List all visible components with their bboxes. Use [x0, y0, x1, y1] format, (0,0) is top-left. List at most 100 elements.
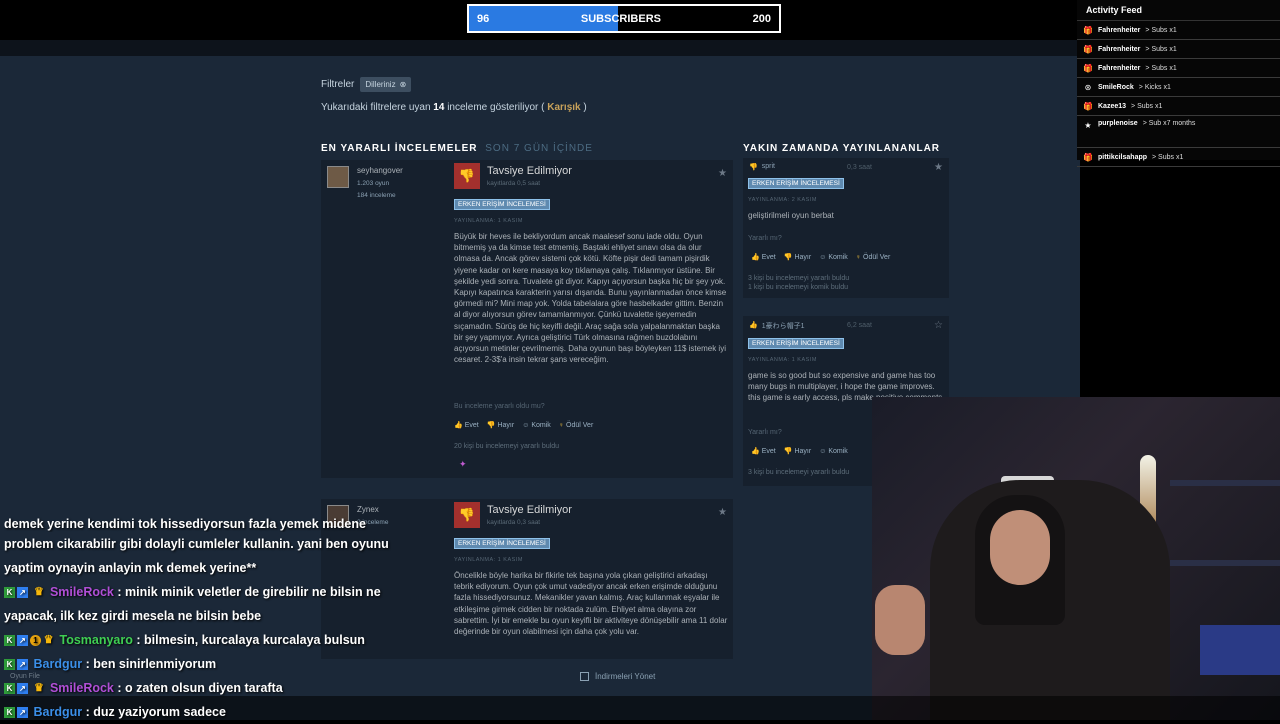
feed-user: Fahrenheiter [1098, 64, 1141, 72]
manage-downloads[interactable]: İndirmeleri Yönet [580, 672, 655, 681]
author-name[interactable]: 1豪わら帽子1 [762, 321, 805, 331]
activity-feed-title: Activity Feed [1077, 0, 1280, 21]
chat-username[interactable]: Bardgur [33, 657, 82, 671]
star-icon[interactable]: ★ [718, 507, 727, 518]
star-icon[interactable]: ★ [718, 168, 727, 179]
posted-date: YAYINLANMA: 2 KASIM [748, 197, 817, 203]
filters-bar: Filtreler Dilleriniz ⊗ [321, 77, 412, 92]
chat-username[interactable]: SmileRock [50, 585, 114, 599]
recent-review-card: 👎 sprit 0,3 saat ★ ERKEN ERİŞİM İNCELEME… [743, 158, 949, 298]
helpful-count: 20 kişi bu incelemeyi yararlı buldu [454, 443, 560, 450]
no-button[interactable]: 👎 Hayır [784, 447, 811, 456]
gift-icon: 🎁 [1083, 25, 1093, 35]
subscriber-current: 96 [477, 12, 490, 25]
funny-button[interactable]: ☺ Komik [819, 253, 848, 261]
chat-text: : duz yaziyorum sadece [85, 705, 226, 719]
thumbs-up-icon: 👍 [454, 422, 463, 429]
kick-icon: ⊛ [1084, 82, 1092, 92]
review-count: 14 [433, 102, 445, 113]
thumbs-down-icon: 👎 [454, 163, 480, 189]
avatar[interactable] [327, 166, 349, 188]
helpful-count: 3 kişi bu incelemeyi yararlı buldu [748, 469, 850, 476]
chat-line: K ↗ Bardgur : duz yaziyorum sadece [0, 700, 420, 724]
early-access-badge: ERKEN ERİŞİM İNCELEMESİ [748, 178, 844, 189]
recent-review-head: 👎 sprit [749, 163, 775, 171]
subscriber-text: 96 SUBSCRIBERS 200 [469, 6, 779, 31]
funny-button[interactable]: ☺ Komik [819, 447, 848, 455]
download-icon [580, 672, 589, 681]
verdict-title[interactable]: Tavsiye Edilmiyor [487, 165, 572, 177]
chat-line: demek yerine kendimi tok hissediyorsun f… [4, 517, 366, 531]
chat-username[interactable]: SmileRock [50, 681, 114, 695]
award-icon: ♀ [558, 421, 565, 429]
feed-item: ★ purplenoise > Sub x7 months [1077, 116, 1280, 148]
verdict-title[interactable]: Tavsiye Edilmiyor [487, 504, 572, 516]
chat-username[interactable]: Tosmanyaro [59, 633, 132, 647]
feed-item: ⊛ SmileRock > Kicks x1 [1077, 78, 1280, 97]
star-icon[interactable]: ★ [934, 162, 943, 173]
award-label: Ödül Ver [863, 253, 891, 261]
feed-action: > Kicks x1 [1138, 83, 1171, 91]
yes-label: Evet [761, 253, 776, 261]
language-filter-chip[interactable]: Dilleriniz ⊗ [360, 77, 412, 92]
author-reviews: 184 inceleme [357, 192, 396, 199]
early-access-badge: ERKEN ERİŞİM İNCELEMESİ [748, 338, 844, 349]
shelf [1170, 480, 1280, 486]
author-name[interactable]: Zynex [357, 505, 379, 514]
no-button[interactable]: 👎 Hayır [486, 421, 514, 430]
feed-user: Fahrenheiter [1098, 45, 1141, 53]
url-bar[interactable] [0, 40, 1080, 56]
feed-user: Kazee13 [1098, 102, 1127, 110]
filter-summary: Yukarıdaki filtrelere uyan 14 inceleme g… [321, 102, 587, 113]
author-name[interactable]: seyhangover [357, 166, 403, 175]
feed-user: pittikcilsahapp [1098, 153, 1148, 161]
funny-button[interactable]: ☺ Komik [522, 421, 551, 429]
thumbs-up-icon: 👍 [751, 448, 760, 455]
summary-close: ) [583, 102, 587, 113]
award-button[interactable]: ♀ Ödül Ver [559, 421, 594, 429]
yes-label: Evet [761, 447, 776, 455]
feed-action: > Subs x1 [1145, 26, 1177, 34]
kick-badge-icon: K [4, 707, 15, 719]
no-label: Hayır [794, 253, 812, 261]
chat-text: : ben sinirlenmiyorum [85, 657, 217, 671]
kick-badge-icon: K [4, 587, 15, 599]
vote-buttons: 👍 Evet 👎 Hayır ☺ Komik ♀ Ödül Ver [751, 253, 891, 262]
author-games: 1.203 oyun [357, 180, 390, 187]
subscriber-goal: 200 [752, 12, 771, 25]
award-icon: ✦ [459, 459, 467, 469]
chat-username[interactable]: Bardgur [33, 705, 82, 719]
activity-feed: Activity Feed 🎁 Fahrenheiter > Subs x1 🎁 Fa… [1077, 0, 1280, 167]
star-icon[interactable]: ☆ [934, 320, 943, 331]
kick-badge-icon: K [4, 635, 15, 647]
mix-label[interactable]: Karışık [547, 102, 580, 113]
chat-text: : o zaten olsun diyen tarafta [117, 681, 283, 695]
award-button[interactable]: ♀ Ödül Ver [856, 253, 891, 261]
crown-badge-icon: ♛ [43, 634, 54, 647]
thumbs-up-icon: 👍 [749, 322, 758, 329]
chat-line: K ↗ 1 ♛ Tosmanyaro : bilmesin, kurcalaya ku… [0, 628, 420, 652]
manage-downloads-label: İndirmeleri Yönet [595, 672, 656, 681]
chat-text: : bilmesin, kurcalaya kurcalaya bulsun [136, 633, 365, 647]
yes-button[interactable]: 👍 Evet [751, 253, 776, 262]
funny-count: 1 kişi bu incelemeyi komik buldu [748, 284, 848, 291]
streamer-hand [875, 585, 925, 655]
chat-line: K ↗ ♛ SmileRock : o zaten olsun diyen tar… [0, 676, 420, 700]
feed-action: > Sub x7 months [1142, 120, 1196, 127]
filters-label: Filtreler [321, 79, 355, 90]
author-name[interactable]: sprit [762, 163, 775, 171]
smile-icon: ☺ [522, 421, 530, 429]
feed-action: > Subs x1 [1145, 64, 1177, 72]
review-text: Öncelikle böyle harika bir fikirle tek b… [454, 571, 728, 637]
yes-button[interactable]: 👍 Evet [454, 421, 479, 430]
gift-icon: 🎁 [1083, 44, 1093, 54]
section-subtitle: SON 7 GÜN İÇİNDE [485, 143, 593, 154]
close-icon[interactable]: ⊗ [400, 80, 407, 89]
thumbs-down-icon: 👎 [749, 164, 758, 171]
feed-item: 🎁 Fahrenheiter > Subs x1 [1077, 40, 1280, 59]
feed-user: Fahrenheiter [1098, 26, 1141, 34]
yes-button[interactable]: 👍 Evet [751, 447, 776, 456]
chat-overlay: demek yerine kendimi tok hissediyorsun f… [0, 517, 420, 720]
thumbs-down-icon: 👎 [486, 422, 496, 429]
no-button[interactable]: 👎 Hayır [784, 253, 812, 262]
